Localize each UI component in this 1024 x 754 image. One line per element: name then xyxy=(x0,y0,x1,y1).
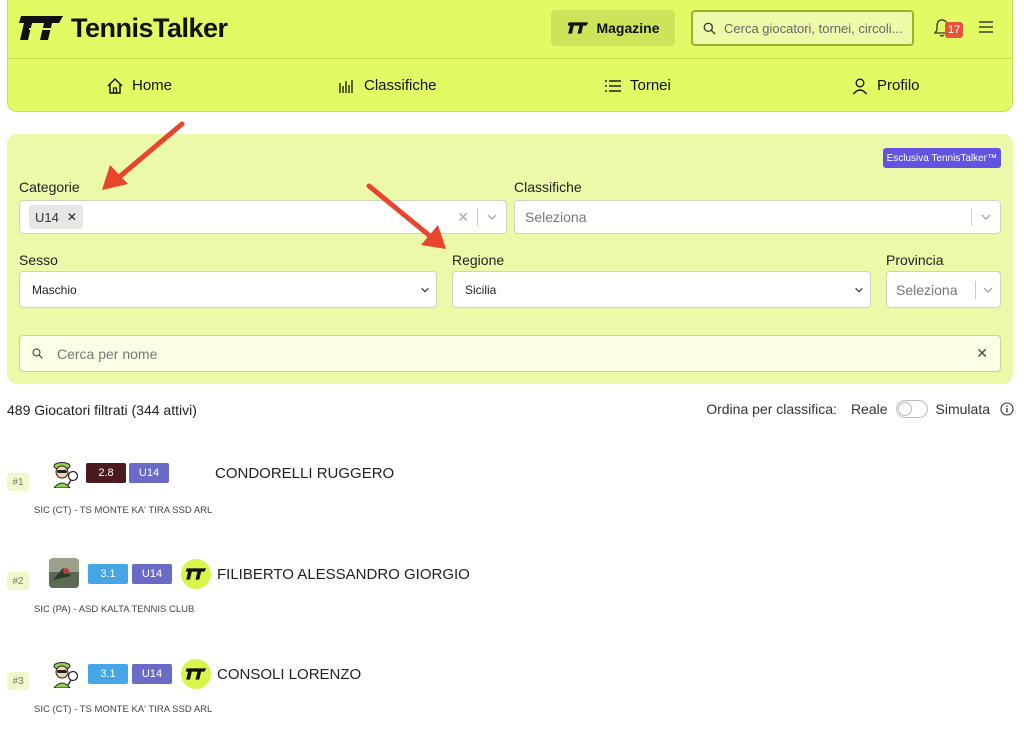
top-header: TennisTalker Magazine Cerca giocatori, t… xyxy=(7,0,1013,112)
player-rank: #2 xyxy=(7,572,29,590)
sesso-value: Maschio xyxy=(32,282,77,297)
tennistalker-verified-icon xyxy=(181,659,211,689)
chevron-down-icon[interactable] xyxy=(486,211,498,223)
chevron-down-icon xyxy=(855,287,863,293)
select-controls: ✕ xyxy=(457,201,498,233)
categorie-label: Categorie xyxy=(19,179,80,195)
hamburger-menu-icon[interactable] xyxy=(978,19,994,35)
player-photo-avatar xyxy=(49,558,79,588)
rating-value: 2.8 xyxy=(98,467,114,479)
rating-badge: 2.8 xyxy=(86,463,126,483)
category-value: U14 xyxy=(141,668,163,680)
rating-value: 3.1 xyxy=(100,668,116,680)
cartoon-player-avatar-icon xyxy=(49,458,79,488)
classifiche-select[interactable]: Seleziona xyxy=(514,200,1001,234)
bars-icon xyxy=(339,79,353,93)
regione-value: Sicilia xyxy=(465,282,497,297)
chevron-down-icon[interactable] xyxy=(982,284,994,296)
player-rank: #1 xyxy=(7,473,29,491)
rating-value: 3.1 xyxy=(100,568,116,580)
categorie-multiselect[interactable]: U14 ✕ ✕ xyxy=(19,200,507,234)
filter-panel: Esclusiva TennisTalker™ Categorie U14 ✕ … xyxy=(7,134,1013,384)
global-search-placeholder: Cerca giocatori, tornei, circoli... xyxy=(724,20,903,36)
nav-label-classifiche: Classifiche xyxy=(364,77,437,94)
regione-label: Regione xyxy=(452,252,505,268)
list-icon xyxy=(605,79,621,92)
nav-label-home: Home xyxy=(132,77,173,94)
classifiche-placeholder: Seleziona xyxy=(525,209,587,225)
select-separator xyxy=(971,208,972,226)
player-row[interactable]: #3 3.1 U14 CONSOLI LORENZO SIC (CT) - TS… xyxy=(0,656,1024,746)
select-separator xyxy=(477,208,478,226)
rating-badge: 3.1 xyxy=(88,564,128,584)
provincia-placeholder: Seleziona xyxy=(896,281,958,298)
regione-select[interactable]: Sicilia xyxy=(452,271,871,308)
player-name[interactable]: FILIBERTO ALESSANDRO GIORGIO xyxy=(217,566,470,583)
search-icon xyxy=(32,348,43,359)
sort-option-reale: Reale xyxy=(850,401,888,417)
tennistalker-logo-icon xyxy=(19,16,63,40)
sort-toggle[interactable] xyxy=(895,400,928,418)
category-chip: U14 ✕ xyxy=(29,205,83,229)
select-separator xyxy=(975,280,976,299)
category-badge: U14 xyxy=(132,664,172,684)
player-rank: #3 xyxy=(7,672,29,690)
brand-name: TennisTalker xyxy=(71,12,228,43)
main-nav: Home Classifiche Tornei Profilo xyxy=(8,59,1012,112)
select-controls xyxy=(971,201,992,233)
chevron-down-icon xyxy=(421,287,429,293)
sort-option-simulata: Simulata xyxy=(935,401,990,417)
notification-count-badge: 17 xyxy=(945,22,964,38)
info-icon[interactable] xyxy=(1000,402,1014,416)
player-row[interactable]: #1 2.8 U14 CONDORELLI RUGGERO SIC (CT) -… xyxy=(0,455,1024,545)
nav-item-home[interactable]: Home xyxy=(106,59,172,112)
magazine-button[interactable]: Magazine xyxy=(551,10,675,46)
category-chip-label: U14 xyxy=(35,209,59,225)
player-club: SIC (CT) - TS MONTE KA' TIRA SSD ARL xyxy=(34,505,213,516)
toggle-knob xyxy=(897,402,912,416)
select-controls xyxy=(975,272,994,307)
provincia-select[interactable]: Seleziona xyxy=(886,271,1001,308)
remove-chip-icon[interactable]: ✕ xyxy=(67,210,77,224)
rating-badge: 3.1 xyxy=(88,664,128,684)
player-name[interactable]: CONDORELLI RUGGERO xyxy=(215,465,394,482)
nav-label-profilo: Profilo xyxy=(877,77,920,94)
name-search-input[interactable]: Cerca per nome ✕ xyxy=(19,335,1001,372)
clear-search-icon[interactable]: ✕ xyxy=(976,345,988,362)
exclusive-badge[interactable]: Esclusiva TennisTalker™ xyxy=(882,148,1001,168)
classifiche-label: Classifiche xyxy=(514,179,582,195)
name-search-placeholder: Cerca per nome xyxy=(57,345,158,362)
tennistalker-verified-icon xyxy=(181,559,211,589)
nav-item-profilo[interactable]: Profilo xyxy=(851,59,920,112)
nav-label-tornei: Tornei xyxy=(630,77,671,94)
tennistalker-logo-icon xyxy=(568,22,589,34)
brand-logo[interactable]: TennisTalker xyxy=(19,11,228,45)
sort-controls: Ordina per classifica: Reale Simulata xyxy=(706,400,1014,418)
player-club: SIC (CT) - TS MONTE KA' TIRA SSD ARL xyxy=(34,704,213,715)
tennistalker-logo-icon xyxy=(185,568,207,580)
nav-item-tornei[interactable]: Tornei xyxy=(604,59,671,112)
nav-item-classifiche[interactable]: Classifiche xyxy=(338,59,437,112)
provincia-label: Provincia xyxy=(886,252,944,268)
category-badge: U14 xyxy=(132,564,172,584)
sesso-label: Sesso xyxy=(19,252,58,268)
tennistalker-logo-icon xyxy=(185,668,207,680)
chevron-down-icon[interactable] xyxy=(980,211,992,223)
player-club: SIC (PA) - ASD KALTA TENNIS CLUB xyxy=(34,604,195,615)
cartoon-player-avatar-icon xyxy=(49,658,79,688)
category-value: U14 xyxy=(141,568,163,580)
home-icon xyxy=(107,77,123,94)
sort-label: Ordina per classifica: xyxy=(706,401,837,417)
global-search-input[interactable]: Cerca giocatori, tornei, circoli... xyxy=(691,10,914,46)
sesso-select[interactable]: Maschio xyxy=(19,271,437,308)
user-icon xyxy=(852,78,868,94)
magazine-label: Magazine xyxy=(596,20,660,36)
clear-icon[interactable]: ✕ xyxy=(457,209,469,226)
player-name[interactable]: CONSOLI LORENZO xyxy=(217,666,361,683)
category-badge: U14 xyxy=(129,463,169,483)
search-icon xyxy=(703,22,716,35)
category-value: U14 xyxy=(138,467,160,479)
results-count: 489 Giocatori filtrati (344 attivi) xyxy=(7,402,197,418)
player-row[interactable]: #2 3.1 U14 FILIBERTO ALESSANDRO GIORGIO … xyxy=(0,556,1024,646)
